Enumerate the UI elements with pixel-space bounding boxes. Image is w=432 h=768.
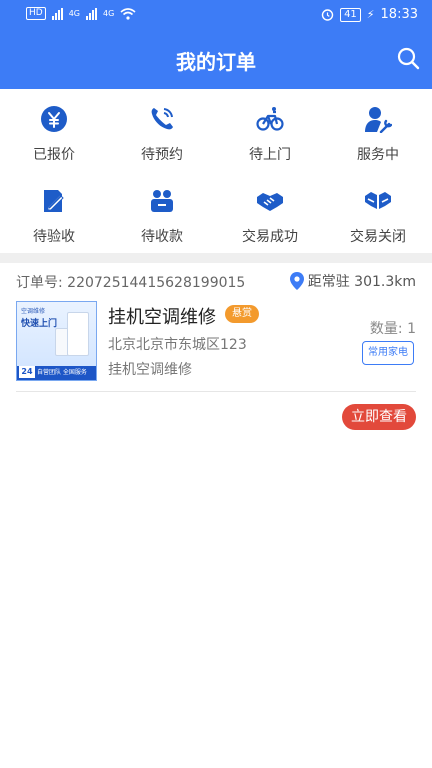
view-now-button[interactable]: 立即查看 — [342, 404, 416, 430]
network-type-1: 4G — [68, 9, 80, 18]
tab-label: 交易关闭 — [350, 229, 406, 245]
order-number: 订单号: 22072514415628199015 — [16, 272, 245, 292]
bicycle-icon — [256, 107, 284, 131]
clock: 18:33 — [380, 7, 418, 22]
tab-label: 已报价 — [33, 147, 75, 163]
tab-label: 服务中 — [357, 147, 399, 163]
status-bar: HD 4G 4G 41 ⚡ 18:33 — [0, 0, 432, 30]
location-pin-icon — [289, 272, 304, 290]
header-bar: HD 4G 4G 41 ⚡ 18:33 我的订单 — [0, 0, 432, 89]
tab-to-collect[interactable]: 待收款 — [108, 171, 216, 253]
tab-to-visit[interactable]: 待上门 — [216, 89, 324, 171]
network-type-2: 4G — [103, 9, 115, 18]
thumbnail-hours: 24 — [19, 366, 35, 378]
service-description: 挂机空调维修 — [108, 362, 192, 378]
hd-badge: HD — [26, 7, 46, 20]
tab-label: 交易成功 — [242, 229, 298, 245]
yuan-icon — [41, 106, 67, 132]
section-divider — [0, 253, 432, 263]
reward-badge: 悬赏 — [225, 305, 259, 323]
thumbnail-top-text: 空调维修 — [21, 308, 46, 315]
charging-icon: ⚡ — [366, 8, 375, 21]
service-address: 北京北京市东城区123 — [108, 337, 247, 353]
tab-to-accept[interactable]: 待验收 — [0, 171, 108, 253]
tab-label: 待上门 — [249, 147, 291, 163]
search-icon[interactable] — [396, 46, 420, 70]
tab-in-service[interactable]: 服务中 — [324, 89, 432, 171]
tab-quoted[interactable]: 已报价 — [0, 89, 108, 171]
thumbnail-headline: 快速上门 — [21, 319, 58, 329]
signal-icon — [86, 7, 97, 20]
alarm-icon — [321, 9, 334, 21]
wifi-icon — [120, 7, 136, 20]
tab-label: 待预约 — [141, 147, 183, 163]
order-status-grid: 已报价 待预约 待上门 服务中 待验收 待收款 交易成功 交易关闭 — [0, 89, 432, 253]
tab-label: 待验收 — [33, 229, 75, 245]
tab-label: 待收款 — [141, 229, 183, 245]
order-number-value: 22072514415628199015 — [67, 275, 246, 291]
category-badge: 常用家电 — [362, 341, 414, 365]
handshake-icon — [257, 193, 283, 211]
tab-to-schedule[interactable]: 待预约 — [108, 89, 216, 171]
document-edit-icon — [44, 190, 64, 212]
distance-text: 距常驻 301.3km — [307, 274, 416, 290]
order-number-label: 订单号: — [16, 275, 63, 291]
service-name: 挂机空调维修 — [108, 307, 216, 328]
service-thumbnail: 空调维修 快速上门 自营团队 全国服务 24 — [16, 301, 97, 381]
page-title: 我的订单 — [176, 50, 256, 74]
tab-success[interactable]: 交易成功 — [216, 171, 324, 253]
card-divider — [16, 391, 416, 392]
signal-icon — [51, 7, 63, 20]
tab-closed[interactable]: 交易关闭 — [324, 171, 432, 253]
handshake-closed-icon — [365, 192, 391, 209]
quantity: 数量: 1 — [369, 321, 416, 337]
distance-info: 距常驻 301.3km — [289, 271, 416, 291]
wallet-icon — [151, 190, 173, 212]
phone-icon — [151, 108, 173, 130]
air-conditioner-image — [67, 312, 89, 356]
battery-level: 41 — [340, 7, 361, 22]
repair-person-icon — [365, 107, 392, 133]
